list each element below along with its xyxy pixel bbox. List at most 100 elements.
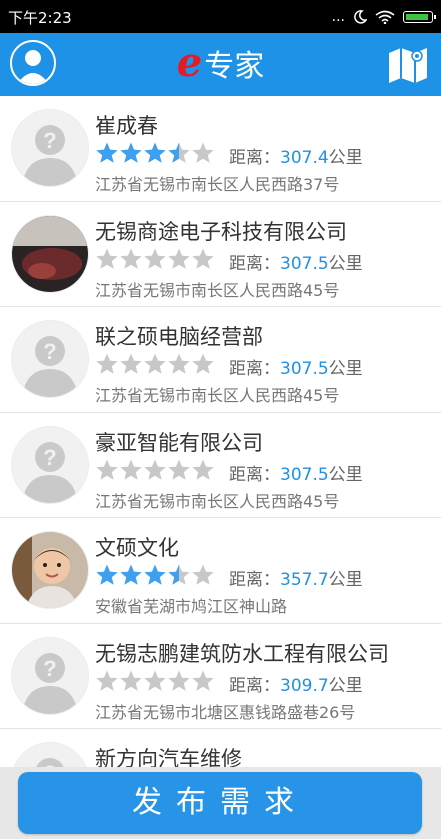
svg-text:?: ? — [43, 656, 56, 681]
star-icon — [168, 353, 190, 374]
status-time: 下午2:23 — [8, 9, 72, 27]
app-header: e专家 — [0, 33, 441, 96]
star-icon — [192, 353, 214, 374]
star-icon — [168, 248, 190, 269]
distance-unit: 公里 — [328, 675, 363, 696]
distance-label: 距离： — [229, 253, 280, 274]
list-item[interactable]: 无锡商途电子科技有限公司距离：307.5公里江苏省无锡市南长区人民西路45号 — [0, 202, 441, 307]
distance-label: 距离： — [229, 464, 280, 485]
address: 江苏省无锡市南长区人民西路45号 — [95, 280, 340, 300]
app-title-e: e — [176, 39, 203, 86]
star-icon — [120, 353, 142, 374]
app-title-text: 专家 — [204, 49, 265, 84]
list-item[interactable]: ? 无锡志鹏建筑防水工程有限公司距离：309.7公里江苏省无锡市北塘区惠钱路盛巷2… — [0, 624, 441, 729]
distance: 距离：307.5公里 — [229, 460, 363, 485]
avatar: ? — [12, 321, 88, 397]
distance-unit: 公里 — [328, 148, 363, 168]
address: 安徽省芜湖市鸠江区神山路 — [95, 597, 288, 616]
list-item[interactable]: ? 豪亚智能有限公司 距离：307.5公里 江苏省无锡市南长区人民西路45号 — [0, 413, 441, 518]
distance-unit: 公里 — [328, 359, 363, 379]
expert-name: 无锡志鹏建筑防水工程有限公司 — [95, 641, 389, 666]
star-icon — [168, 670, 190, 691]
status-bar: 下午2:23 ... — [0, 0, 441, 33]
star-icon — [144, 142, 166, 163]
question-mark-icon: ? — [12, 637, 88, 714]
star-icon — [192, 564, 214, 585]
moon-icon — [354, 10, 367, 24]
wifi-icon — [375, 10, 395, 24]
star-icon — [168, 564, 190, 585]
avatar — [12, 215, 88, 292]
star-icon — [96, 142, 118, 163]
rating-stars — [95, 352, 215, 376]
publish-request-button[interactable]: 发布需求 — [18, 772, 422, 834]
address: 江苏省无锡市南长区人民西路37号 — [95, 175, 340, 194]
app-title: e专家 — [0, 39, 441, 86]
avatar: ? — [12, 426, 88, 503]
address: 江苏省无锡市南长区人民西路45号 — [95, 491, 340, 511]
address: 江苏省无锡市南长区人民西路45号 — [95, 386, 340, 405]
battery-icon — [403, 11, 436, 23]
star-icon — [96, 353, 118, 374]
distance: 距离：307.4公里 — [229, 143, 363, 168]
question-mark-icon: ? — [12, 321, 88, 397]
star-icon — [192, 248, 214, 269]
star-icon — [144, 353, 166, 374]
distance-label: 距离： — [229, 359, 280, 379]
star-icon — [120, 564, 142, 585]
map-icon — [389, 48, 427, 83]
rating-stars — [95, 669, 215, 693]
avatar — [12, 532, 88, 608]
distance-label: 距离： — [229, 570, 280, 590]
distance: 距离：307.5公里 — [229, 249, 363, 274]
star-icon — [96, 564, 118, 585]
question-mark-icon: ? — [12, 110, 88, 186]
star-icon — [120, 670, 142, 691]
distance-value: 357.7 — [280, 570, 329, 590]
svg-text:?: ? — [43, 445, 56, 470]
rating-stars — [95, 247, 215, 271]
avatar: ? — [12, 637, 88, 714]
map-button[interactable] — [387, 43, 429, 85]
star-icon — [192, 459, 214, 480]
avatar: ? — [12, 110, 88, 186]
distance: 距离：357.7公里 — [229, 565, 363, 590]
rating-stars — [95, 458, 215, 482]
notification-dots: ... — [331, 9, 345, 25]
avatar-photo — [12, 215, 88, 292]
star-icon — [192, 670, 214, 691]
avatar-photo — [12, 532, 88, 608]
rating-stars — [95, 563, 215, 587]
expert-name: 无锡商途电子科技有限公司 — [95, 219, 347, 244]
distance: 距离：309.7公里 — [229, 671, 363, 696]
question-mark-icon: ? — [12, 426, 88, 503]
distance-label: 距离： — [229, 148, 280, 168]
star-icon — [144, 670, 166, 691]
star-icon — [168, 142, 190, 163]
star-icon — [144, 459, 166, 480]
expert-name: 联之硕电脑经营部 — [95, 325, 263, 349]
distance-value: 309.7 — [280, 675, 329, 696]
star-icon — [96, 248, 118, 269]
distance-value: 307.5 — [280, 464, 329, 485]
star-icon — [120, 459, 142, 480]
list-item[interactable]: 文硕文化距离：357.7公里安徽省芜湖市鸠江区神山路 — [0, 518, 441, 624]
distance-value: 307.4 — [280, 148, 329, 168]
star-icon — [96, 670, 118, 691]
svg-text:?: ? — [43, 339, 56, 364]
svg-text:?: ? — [43, 128, 56, 153]
star-icon — [144, 248, 166, 269]
status-icons: ... — [331, 7, 436, 27]
star-icon — [192, 142, 214, 163]
expert-name: 文硕文化 — [95, 536, 179, 560]
expert-list: ? 崔成春 距离：307.4公里 江苏省无锡市南长区人民西路37号 无锡商途电子科技有限… — [0, 96, 441, 835]
star-icon — [120, 248, 142, 269]
expert-name: 崔成春 — [95, 114, 158, 138]
address: 江苏省无锡市北塘区惠钱路盛巷26号 — [95, 702, 356, 722]
rating-stars — [95, 141, 215, 165]
list-item[interactable]: ? 崔成春距离：307.4公里江苏省无锡市南长区人民西路37号 — [0, 96, 441, 202]
distance-unit: 公里 — [328, 570, 363, 590]
distance-value: 307.5 — [280, 253, 329, 274]
star-icon — [168, 459, 190, 480]
list-item[interactable]: ? 联之硕电脑经营部 距离：307.5公里 江苏省无锡市南长区人民西路45号 — [0, 307, 441, 413]
